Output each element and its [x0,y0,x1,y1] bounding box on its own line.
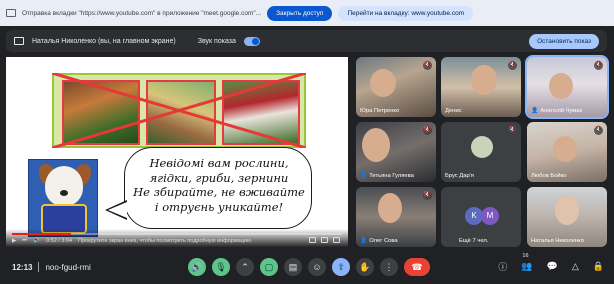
participant-tile[interactable]: 🔇 👤 Тетьяна Гуляева [356,122,436,182]
presenting-icon [14,37,24,45]
sound-label: Звук показа [197,37,236,45]
video-title[interactable]: Безпечні літні канікули з песиком Патрон… [12,62,143,69]
caption-hint: Прокрутите экран вниз, чтобы посмотреть … [78,237,252,244]
more-options-icon[interactable]: ⋮ [380,258,398,276]
divider [38,262,40,272]
speech-bubble-text: Невідомі вам рослини, ягідки, гриби, зер… [133,156,305,214]
next-icon[interactable]: ⏭ [22,237,27,244]
participant-name: Юра Петренко [360,108,400,114]
sound-toggle[interactable] [243,36,260,46]
more-participants-label: Ещё 7 чел. [459,238,489,244]
camera-icon[interactable]: ▢ [260,258,278,276]
participant-tile[interactable]: 🔇 Любов Бойко [527,122,607,182]
chat-icon[interactable]: 💬 [547,261,558,272]
participant-tile[interactable]: 🔇 Денис [441,57,521,117]
settings-icon[interactable] [321,237,328,243]
participant-name: 👤 Анатолій Чумак [531,108,583,114]
stop-presenting-button[interactable]: Остановить показ [529,33,599,49]
participant-tile[interactable]: 🔇 👤 Анатолій Чумак [525,55,609,119]
participant-name: Наталья Николенко [531,238,585,244]
mic-off-icon: 🔇 [594,126,603,135]
raise-hand-icon[interactable]: ✋ [356,258,374,276]
participant-name: Любов Бойко [531,173,567,179]
emoji-icon[interactable]: ☺ [308,258,326,276]
more-audio-icon[interactable]: ⌃ [236,258,254,276]
mic-off-icon: 🔇 [423,61,432,70]
side-panel-controls: ⓘ 👥 16 💬 △ 🔒 [498,253,604,273]
captions-icon[interactable]: ▤ [284,258,302,276]
meeting-code: noo-fgud-rmi [45,262,91,272]
share-arrow-icon[interactable]: ➦ [335,61,342,70]
shared-screen: Безпечні літні канікули з песиком Патрон… [6,57,348,247]
speech-bubble: Невідомі вам рослини, ягідки, гриби, зер… [105,147,312,229]
end-call-button[interactable]: ☎ [404,258,430,276]
info-icon[interactable]: ⓘ [498,260,507,273]
close-access-button[interactable]: Закрыть доступ [267,5,333,21]
meeting-controls-bar: 12:13 noo-fgud-rmi 🔊 🎙 ⌃ ▢ ▤ ☺ ⇧ ✋ ⋮ ☎ ⓘ… [0,250,614,284]
play-icon[interactable]: ▶ [12,238,16,244]
mic-off-icon: 🔇 [508,126,517,135]
share-notice-text: Отправка вкладки "https://www.youtube.co… [22,9,262,17]
red-cross-out [52,73,306,148]
mic-off-icon: 🔇 [423,191,432,200]
presenter-name: Наталья Николенко (вы, на главном экране… [32,37,176,45]
speaker-icon[interactable]: 🔊 [188,258,206,276]
participant-name: Брус Дар'я [445,173,474,179]
self-tile[interactable]: Наталья Николенко [527,187,607,247]
participant-avatar [471,136,493,158]
host-controls-icon[interactable]: 🔒 [593,261,604,272]
people-icon[interactable]: 👥 [521,261,532,272]
activities-icon[interactable]: △ [572,261,579,272]
microphone-icon[interactable]: 🎙 [212,258,230,276]
call-controls: 🔊 🎙 ⌃ ▢ ▤ ☺ ⇧ ✋ ⋮ ☎ [188,258,430,276]
go-to-tab-button[interactable]: Перейти на вкладку: www.youtube.com [338,5,474,21]
video-progress-bar[interactable] [12,233,342,235]
meeting-clock: 12:13 [12,262,33,272]
mic-off-icon: 🔇 [594,61,603,70]
present-screen-icon[interactable]: ⇧ [332,258,350,276]
participant-name: 👤 Олег Сова [360,238,398,244]
participant-name: 👤 Тетьяна Гуляева [360,173,414,179]
participant-tile[interactable]: 🔇 Брус Дар'я [441,122,521,182]
fullscreen-icon[interactable] [333,237,340,243]
player-controls: ▶ ⏭ 🔊 0:52 / 3:04 Прокрутите экран вниз,… [12,237,251,244]
participant-tile[interactable]: 🔇 👤 Олег Сова [356,187,436,247]
participant-count-badge: 16 [522,253,529,259]
participant-avatar: M [481,207,499,225]
mic-off-icon: 🔇 [423,126,432,135]
present-tab-icon [6,9,16,17]
subtitles-icon[interactable] [309,237,316,243]
video-time: 0:52 / 3:04 [46,237,73,244]
share-notification-bar: Отправка вкладки "https://www.youtube.co… [0,0,614,26]
dog-patron-illustration [28,159,98,237]
mic-off-icon: 🔇 [508,61,517,70]
presenter-bar: Наталья Николенко (вы, на главном экране… [6,30,607,52]
volume-icon[interactable]: 🔊 [33,238,40,244]
participant-name: Денис [445,108,462,114]
more-participants-tile[interactable]: K M Ещё 7 чел. [441,187,521,247]
player-right-controls [309,237,340,243]
participant-tile[interactable]: 🔇 Юра Петренко [356,57,436,117]
